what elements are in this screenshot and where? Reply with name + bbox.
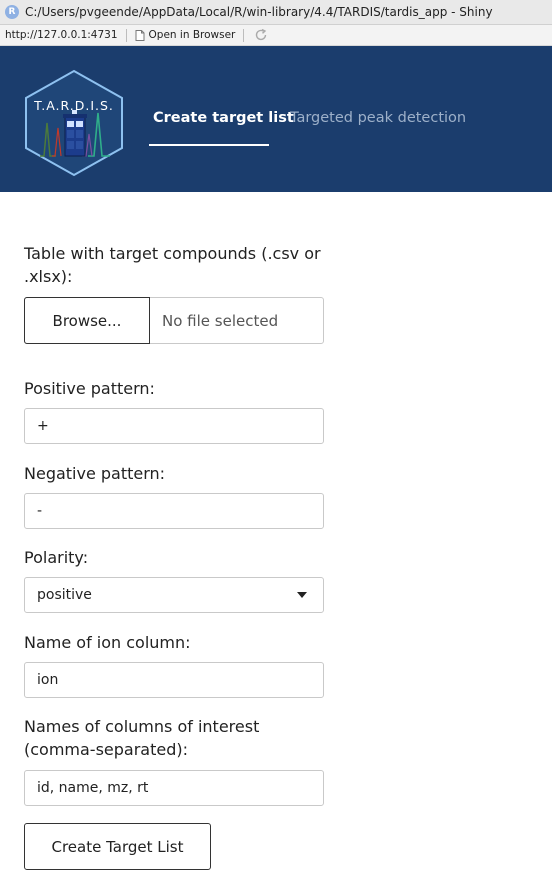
columns-of-interest-input[interactable]: id, name, mz, rt: [24, 770, 324, 806]
file-upload-label: Table with target compounds (.csv or .xl…: [24, 244, 321, 286]
active-tab-indicator: [149, 144, 269, 146]
url-text[interactable]: http://127.0.0.1:4731: [5, 29, 118, 41]
window-title-bar: R C:/Users/pvgeende/AppData/Local/R/win-…: [0, 0, 552, 25]
polarity-selected-value: positive: [37, 587, 92, 603]
polarity-label: Polarity:: [24, 548, 89, 567]
logo-text: T.A.R.D.I.S.: [34, 98, 114, 113]
columns-of-interest-label: Names of columns of interest (comma-sepa…: [24, 717, 260, 759]
divider: [125, 28, 127, 42]
address-bar: http://127.0.0.1:4731 Open in Browser: [0, 25, 552, 46]
tab-create-target-list[interactable]: Create target list: [153, 110, 294, 126]
divider: [243, 28, 245, 42]
browse-button[interactable]: Browse...: [24, 297, 150, 344]
file-status-text: No file selected: [162, 311, 279, 330]
tardis-logo: T.A.R.D.I.S.: [22, 68, 126, 178]
negative-pattern-input[interactable]: -: [24, 493, 324, 529]
tardis-logo-icon: [25, 69, 123, 177]
app-navbar: T.A.R.D.I.S. Create target list Targeted…: [0, 46, 552, 192]
tab-targeted-peak-detection[interactable]: Targeted peak detection: [290, 110, 466, 126]
ion-column-input[interactable]: ion: [24, 662, 324, 698]
file-upload-control: Browse... No file selected: [24, 297, 324, 344]
ion-column-label: Name of ion column:: [24, 633, 191, 652]
r-app-icon: R: [5, 5, 19, 19]
refresh-icon[interactable]: [254, 28, 268, 42]
open-in-browser-button[interactable]: Open in Browser: [135, 29, 236, 41]
positive-pattern-input[interactable]: +: [24, 408, 324, 444]
positive-pattern-label: Positive pattern:: [24, 379, 155, 398]
window-title: C:/Users/pvgeende/AppData/Local/R/win-li…: [25, 5, 493, 19]
negative-pattern-label: Negative pattern:: [24, 464, 166, 483]
page-icon: [135, 29, 145, 41]
polarity-select[interactable]: positive: [24, 577, 324, 613]
open-in-browser-label: Open in Browser: [148, 29, 236, 41]
create-target-list-button[interactable]: Create Target List: [24, 823, 211, 870]
caret-down-icon: [297, 592, 307, 598]
